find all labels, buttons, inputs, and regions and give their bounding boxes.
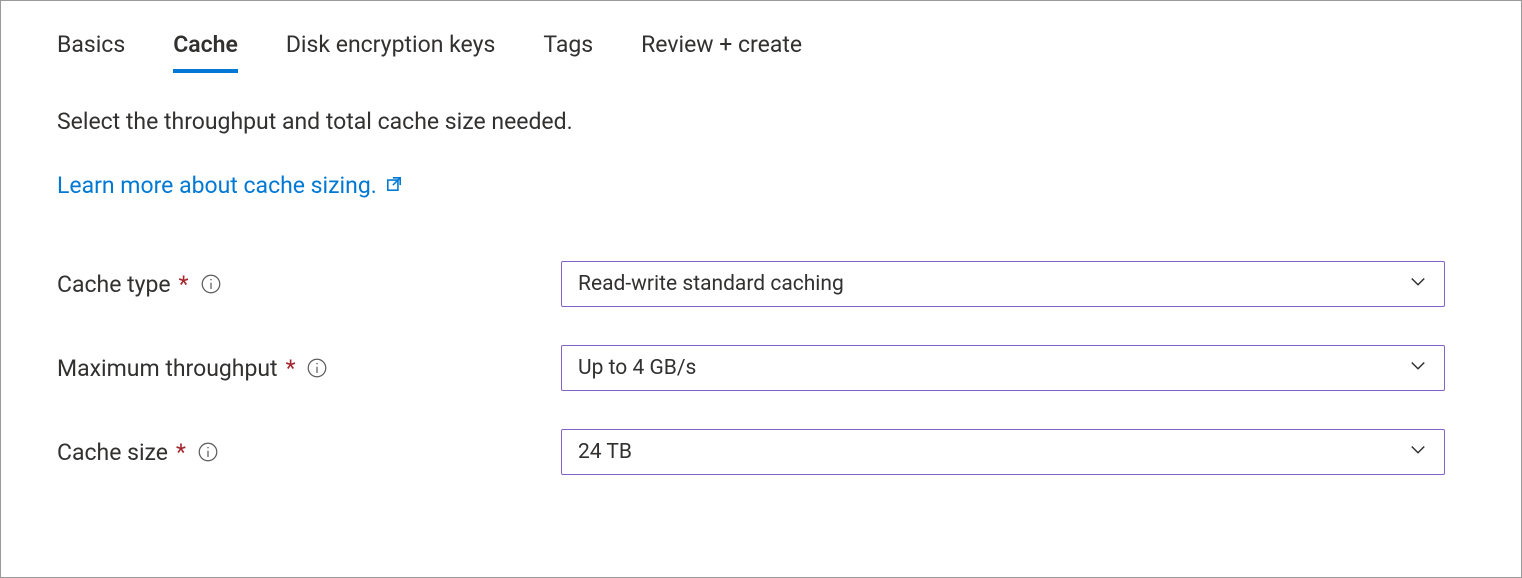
label-cache-type: Cache type * xyxy=(57,271,561,298)
tab-review-create[interactable]: Review + create xyxy=(641,31,802,73)
select-cache-type-value: Read-write standard caching xyxy=(578,272,844,296)
select-max-throughput-value: Up to 4 GB/s xyxy=(578,356,696,380)
row-cache-type: Cache type * Read-write standard caching xyxy=(57,261,1465,307)
info-icon[interactable] xyxy=(198,442,218,462)
required-asterisk: * xyxy=(286,355,296,382)
cache-config-panel: Basics Cache Disk encryption keys Tags R… xyxy=(0,0,1522,578)
external-link-icon xyxy=(385,172,403,199)
row-max-throughput: Maximum throughput * Up to 4 GB/s xyxy=(57,345,1465,391)
label-cache-size-text: Cache size xyxy=(57,439,168,466)
required-asterisk: * xyxy=(179,271,189,298)
chevron-down-icon xyxy=(1408,271,1428,297)
chevron-down-icon xyxy=(1408,439,1428,465)
tab-bar: Basics Cache Disk encryption keys Tags R… xyxy=(57,31,1465,73)
learn-more-link[interactable]: Learn more about cache sizing. xyxy=(57,172,403,199)
section-description: Select the throughput and total cache si… xyxy=(57,107,1465,137)
select-cache-size[interactable]: 24 TB xyxy=(561,429,1445,475)
select-cache-type[interactable]: Read-write standard caching xyxy=(561,261,1445,307)
label-max-throughput-text: Maximum throughput xyxy=(57,355,278,382)
required-asterisk: * xyxy=(176,439,186,466)
info-icon[interactable] xyxy=(201,274,221,294)
tab-disk-encryption-keys[interactable]: Disk encryption keys xyxy=(286,31,496,73)
learn-more-text: Learn more about cache sizing. xyxy=(57,172,377,199)
label-cache-size: Cache size * xyxy=(57,439,561,466)
tab-cache[interactable]: Cache xyxy=(173,31,238,73)
tab-tags[interactable]: Tags xyxy=(543,31,593,73)
label-max-throughput: Maximum throughput * xyxy=(57,355,561,382)
chevron-down-icon xyxy=(1408,355,1428,381)
select-max-throughput[interactable]: Up to 4 GB/s xyxy=(561,345,1445,391)
tab-basics[interactable]: Basics xyxy=(57,31,125,73)
info-icon[interactable] xyxy=(307,358,327,378)
select-cache-size-value: 24 TB xyxy=(578,440,632,464)
row-cache-size: Cache size * 24 TB xyxy=(57,429,1465,475)
label-cache-type-text: Cache type xyxy=(57,271,171,298)
